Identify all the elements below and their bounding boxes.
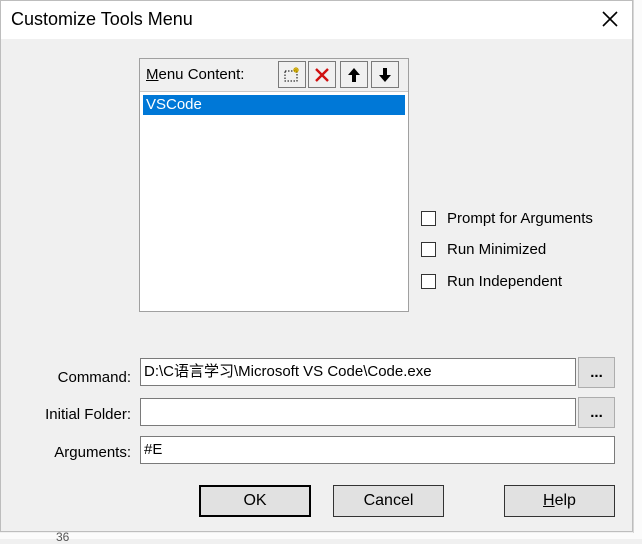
run-minimized-checkbox[interactable]: Run Minimized <box>421 239 546 259</box>
menu-content-list[interactable]: VSCode <box>143 95 405 115</box>
menu-content-header: Menu Content: <box>140 59 408 92</box>
prompt-arguments-checkbox[interactable]: Prompt for Arguments <box>421 208 593 228</box>
checkbox-box[interactable] <box>421 241 436 257</box>
move-down-button[interactable] <box>371 61 399 88</box>
help-button[interactable]: Help <box>504 485 615 517</box>
move-up-button[interactable] <box>340 61 368 88</box>
list-item[interactable]: VSCode <box>143 95 405 115</box>
delete-item-button[interactable] <box>308 61 336 88</box>
close-button[interactable] <box>598 7 622 31</box>
checkbox-label: Run Minimized <box>447 240 547 258</box>
checkbox-box[interactable] <box>421 273 436 289</box>
checkbox-label: Prompt for Arguments <box>447 209 593 227</box>
new-item-button[interactable] <box>278 61 306 88</box>
arguments-label: Arguments: <box>54 444 131 461</box>
title-bar: Customize Tools Menu <box>1 1 632 39</box>
delete-x-icon <box>315 67 329 82</box>
cancel-button[interactable]: Cancel <box>333 485 444 517</box>
command-label: Command: <box>57 369 131 386</box>
run-independent-checkbox[interactable]: Run Independent <box>421 271 562 291</box>
arguments-input[interactable]: #E <box>140 436 615 464</box>
menu-content-panel: Menu Content: VSCode <box>139 58 409 312</box>
background-app-strip <box>633 0 642 539</box>
background-app-bottom <box>0 533 642 539</box>
initial-folder-input[interactable] <box>140 398 576 426</box>
arrow-up-icon <box>348 67 360 82</box>
customize-tools-dialog: Customize Tools Menu Menu Content: VSCod… <box>0 0 633 532</box>
menu-content-label: Menu Content: <box>146 66 245 83</box>
close-icon <box>602 11 618 27</box>
new-item-icon <box>284 66 299 81</box>
checkbox-box[interactable] <box>421 210 436 226</box>
background-line-number: 36 <box>56 530 70 544</box>
command-input[interactable]: D:\C语言学习\Microsoft VS Code\Code.exe <box>140 358 576 386</box>
initial-folder-browse-button[interactable]: ... <box>578 397 615 428</box>
command-browse-button[interactable]: ... <box>578 357 615 388</box>
arrow-down-icon <box>379 67 391 82</box>
ok-button[interactable]: OK <box>199 485 311 517</box>
dialog-title: Customize Tools Menu <box>11 9 193 29</box>
checkbox-label: Run Independent <box>447 272 563 290</box>
initial-folder-label: Initial Folder: <box>45 406 131 423</box>
